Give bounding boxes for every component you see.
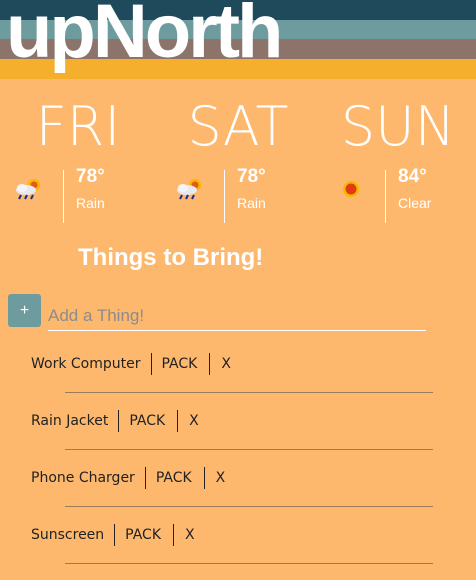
item-name: Sunscreen xyxy=(31,527,105,543)
section-title: Things to Bring! xyxy=(78,244,264,271)
forecast-condition-fri: Rain xyxy=(76,195,105,211)
forecast-divider xyxy=(63,170,64,223)
pack-button[interactable]: PACK xyxy=(152,356,210,372)
rain-sun-icon xyxy=(16,179,40,200)
pack-button[interactable]: PACK xyxy=(146,470,204,486)
forecast-day-fri: FRI xyxy=(35,95,121,158)
remove-button[interactable]: X xyxy=(174,527,195,543)
forecast-divider xyxy=(385,170,386,223)
list-item: Phone Charger PACK X xyxy=(31,466,433,523)
list-item: Sunscreen PACK X xyxy=(31,523,433,580)
sun-icon xyxy=(343,181,359,197)
divider xyxy=(65,506,433,507)
rain-sun-icon xyxy=(177,179,201,200)
remove-button[interactable]: X xyxy=(205,470,226,486)
divider xyxy=(65,392,433,393)
add-thing-input[interactable] xyxy=(48,302,426,331)
list-item: Work Computer PACK X xyxy=(31,352,433,409)
pack-button[interactable]: PACK xyxy=(115,527,173,543)
app-logo: upNorth xyxy=(6,0,283,74)
item-name: Work Computer xyxy=(31,356,141,372)
forecast-temp-fri: 78° xyxy=(76,166,105,187)
item-name: Rain Jacket xyxy=(31,413,109,429)
divider xyxy=(65,449,433,450)
divider xyxy=(65,563,433,564)
pack-button[interactable]: PACK xyxy=(119,413,177,429)
forecast-temp-sun: 84° xyxy=(398,166,427,187)
forecast-divider xyxy=(224,170,225,223)
forecast-temp-sat: 78° xyxy=(237,166,266,187)
remove-button[interactable]: X xyxy=(210,356,231,372)
item-name: Phone Charger xyxy=(31,470,135,486)
forecast-condition-sun: Clear xyxy=(398,195,432,211)
forecast-day-sun: SUN xyxy=(340,95,456,158)
forecast-condition-sat: Rain xyxy=(237,195,266,211)
forecast-day-sat: SAT xyxy=(187,95,289,158)
remove-button[interactable]: X xyxy=(178,413,199,429)
add-thing-button[interactable]: + xyxy=(8,294,41,327)
list-item: Rain Jacket PACK X xyxy=(31,409,433,466)
